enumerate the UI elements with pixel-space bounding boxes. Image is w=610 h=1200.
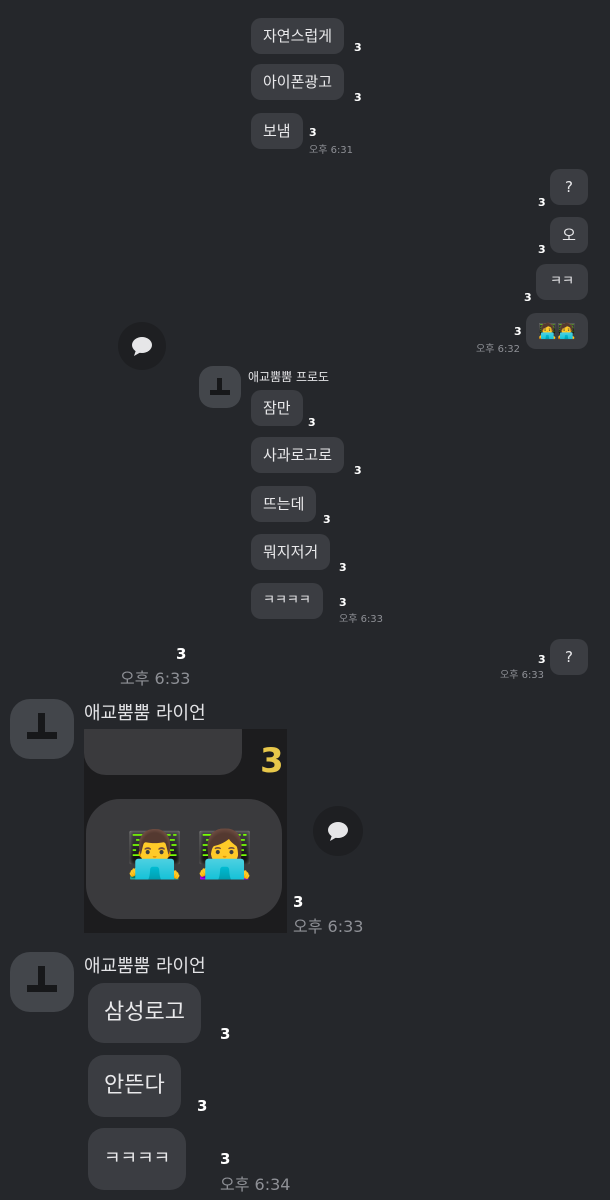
unread-count: 3 xyxy=(538,196,546,209)
message-bubble[interactable]: 보냄 xyxy=(251,113,303,149)
message-bubble[interactable]: ? xyxy=(550,169,588,205)
avatar[interactable] xyxy=(10,699,74,759)
avatar[interactable] xyxy=(10,952,74,1012)
message-time: 오후 6:32 xyxy=(476,344,521,355)
message-bubble[interactable]: 안뜬다 xyxy=(88,1055,181,1117)
image-count-badge: 3 xyxy=(260,741,284,781)
message-time: 오후 6:34 xyxy=(220,1175,291,1194)
message-bubble[interactable]: 자연스럽게 xyxy=(251,18,345,54)
message-bubble[interactable]: 오 xyxy=(550,217,588,253)
sender-name: 애교뿜뿜 라이언 xyxy=(84,956,206,977)
image-bubble-top xyxy=(84,729,242,775)
message-time: 오후 6:33 xyxy=(293,917,364,936)
message-bubble[interactable]: 삼성로고 xyxy=(88,983,201,1043)
message-time: 오후 6:33 xyxy=(500,670,545,681)
message-bubble[interactable]: 잠만 xyxy=(251,390,303,426)
avatar[interactable] xyxy=(199,366,241,408)
unread-count: 3 xyxy=(293,893,304,911)
sender-name: 애교뿜뿜 라이언 xyxy=(84,703,206,724)
technologist-emoji: 👩‍💻 xyxy=(196,827,254,881)
message-time: 오후 6:33 xyxy=(339,614,384,625)
message-bubble[interactable]: ㅋㅋㅋㅋ xyxy=(251,583,323,619)
unread-count: 3 xyxy=(323,513,331,526)
message-time: 오후 6:33 xyxy=(120,669,191,688)
message-time: 오후 6:31 xyxy=(309,145,354,156)
unread-count: 3 xyxy=(197,1097,208,1115)
speech-bubble-icon[interactable] xyxy=(118,322,166,370)
unread-count: 3 xyxy=(354,91,362,104)
unread-count: 3 xyxy=(309,126,317,139)
unread-count: 3 xyxy=(538,243,546,256)
message-bubble[interactable]: ? xyxy=(550,639,588,675)
image-message[interactable]: 3 👨‍💻 👩‍💻 xyxy=(84,729,287,933)
unread-count: 3 xyxy=(220,1025,231,1043)
message-bubble[interactable]: 사과로고로 xyxy=(251,437,345,473)
unread-count: 3 xyxy=(524,291,532,304)
unread-count: 3 xyxy=(339,561,347,574)
unread-count: 3 xyxy=(354,41,362,54)
unread-count: 3 xyxy=(220,1150,231,1168)
message-bubble[interactable]: 뜨는데 xyxy=(251,486,317,522)
message-bubble[interactable]: ㅋㅋ xyxy=(536,264,588,300)
unread-count: 3 xyxy=(308,416,316,429)
sender-name: 애교뿜뿜 프로도 xyxy=(248,370,330,384)
unread-count: 3 xyxy=(339,596,347,609)
technologist-emoji: 👨‍💻 xyxy=(126,827,184,881)
message-bubble[interactable]: 아이폰광고 xyxy=(251,64,345,100)
unread-count: 3 xyxy=(538,653,546,666)
message-bubble[interactable]: 뭐지저거 xyxy=(251,534,331,570)
speech-bubble-icon[interactable] xyxy=(313,806,363,856)
emoji-message-bubble[interactable]: 🧑‍💻🧑‍💻 xyxy=(526,313,588,349)
unread-count: 3 xyxy=(176,645,187,663)
message-bubble[interactable]: ㅋㅋㅋㅋ xyxy=(88,1128,187,1190)
unread-count: 3 xyxy=(354,464,362,477)
unread-count: 3 xyxy=(514,325,522,338)
